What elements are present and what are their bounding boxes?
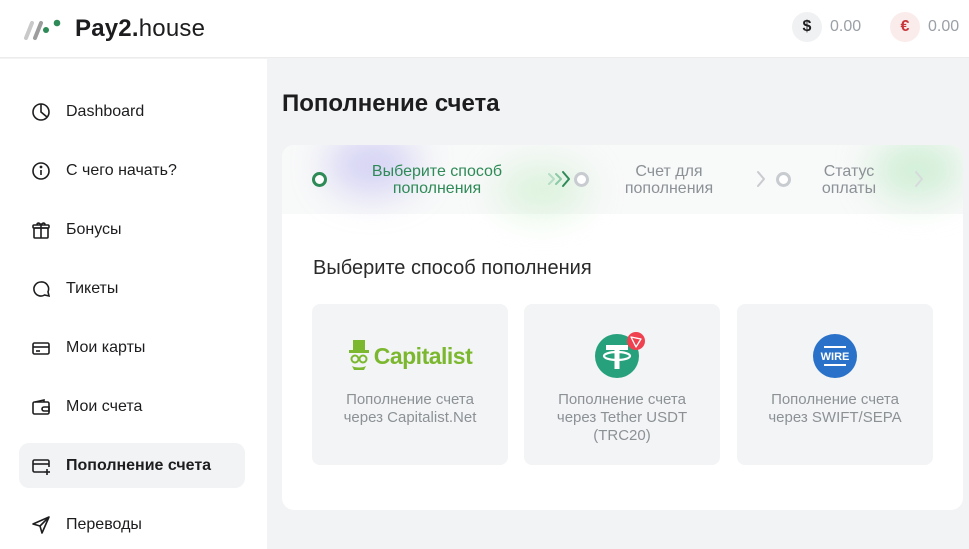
sidebar-item-transfers[interactable]: Переводы [19, 502, 245, 547]
capitalist-wordmark: Capitalist [373, 342, 473, 369]
gift-icon [30, 219, 52, 241]
wallet-icon [30, 396, 52, 418]
method-label: Пополнение счета через Capitalist.Net [343, 391, 477, 426]
sidebar-item-label: Бонусы [66, 220, 122, 238]
step-indicator [776, 172, 791, 187]
sidebar-item-bonuses[interactable]: Бонусы [19, 207, 245, 252]
step-2-label[interactable]: Счет для пополнения [596, 163, 742, 197]
sidebar-item-label: Переводы [66, 515, 142, 533]
sidebar-item-dashboard[interactable]: Dashboard [19, 89, 245, 134]
card-add-icon [30, 455, 52, 477]
send-icon [30, 514, 52, 536]
sidebar: Dashboard С чего начать? Бонусы Тикеты М… [0, 59, 267, 549]
sidebar-item-label: Пополнение счета [66, 456, 212, 474]
eur-balance[interactable]: € 0.00 [890, 12, 959, 42]
sidebar-item-label: Тикеты [66, 279, 119, 297]
cards-icon [30, 337, 52, 359]
info-icon [30, 160, 52, 182]
step-indicator [574, 172, 589, 187]
logo-mark-icon [22, 17, 66, 41]
usd-balance-value: 0.00 [830, 18, 862, 35]
pie-chart-icon [30, 101, 52, 123]
app-logo[interactable]: Pay2.house [22, 14, 205, 44]
wire-icon: WIRE [737, 334, 933, 378]
sidebar-item-tickets[interactable]: Тикеты [19, 266, 245, 311]
page-title: Пополнение счета [282, 90, 500, 117]
capitalist-mascot-icon [348, 340, 369, 370]
method-capitalist[interactable]: Capitalist Пополнение счета через Capita… [312, 304, 508, 465]
chat-bubble-icon [30, 278, 52, 300]
method-tether[interactable]: Пополнение счета через Tether USDT (TRC2… [524, 304, 720, 465]
usd-balance[interactable]: $ 0.00 [792, 12, 861, 42]
chevron-right-icon [912, 169, 926, 194]
sidebar-item-label: Мои счета [66, 397, 143, 415]
sidebar-item-getting-started[interactable]: С чего начать? [19, 148, 245, 193]
sidebar-item-label: С чего начать? [66, 161, 177, 179]
wire-text: WIRE [820, 350, 850, 363]
chevron-right-icon [754, 169, 768, 194]
sidebar-item-top-up[interactable]: Пополнение счета [19, 443, 245, 488]
method-label: Пополнение счета через SWIFT/SEPA [768, 391, 902, 426]
double-chevron-right-icon [546, 169, 576, 194]
capitalist-logo: Capitalist [312, 334, 508, 378]
method-label: Пополнение счета через Tether USDT (TRC2… [556, 391, 688, 444]
step-1-label[interactable]: Выберите способ пополнения [354, 163, 520, 197]
sidebar-item-my-accounts[interactable]: Мои счета [19, 384, 245, 429]
dollar-icon: $ [792, 12, 822, 42]
top-header: Pay2.house $ 0.00 € 0.00 [0, 0, 969, 58]
section-title: Выберите способ пополнения [313, 257, 592, 279]
eur-balance-value: 0.00 [928, 18, 960, 35]
method-wire[interactable]: WIRE Пополнение счета через SWIFT/SEPA [737, 304, 933, 465]
euro-icon: € [890, 12, 920, 42]
step-indicator [312, 172, 327, 187]
step-3-label[interactable]: Статус оплаты [794, 163, 904, 197]
stepper: Выберите способ пополнения Счет для попо… [282, 145, 963, 215]
top-up-card: Выберите способ пополнения Счет для попо… [282, 145, 963, 510]
logo-text: Pay2.house [75, 15, 206, 42]
tether-icon [524, 332, 720, 378]
sidebar-item-label: Мои карты [66, 338, 146, 356]
sidebar-item-label: Dashboard [66, 102, 145, 120]
sidebar-item-my-cards[interactable]: Мои карты [19, 325, 245, 370]
